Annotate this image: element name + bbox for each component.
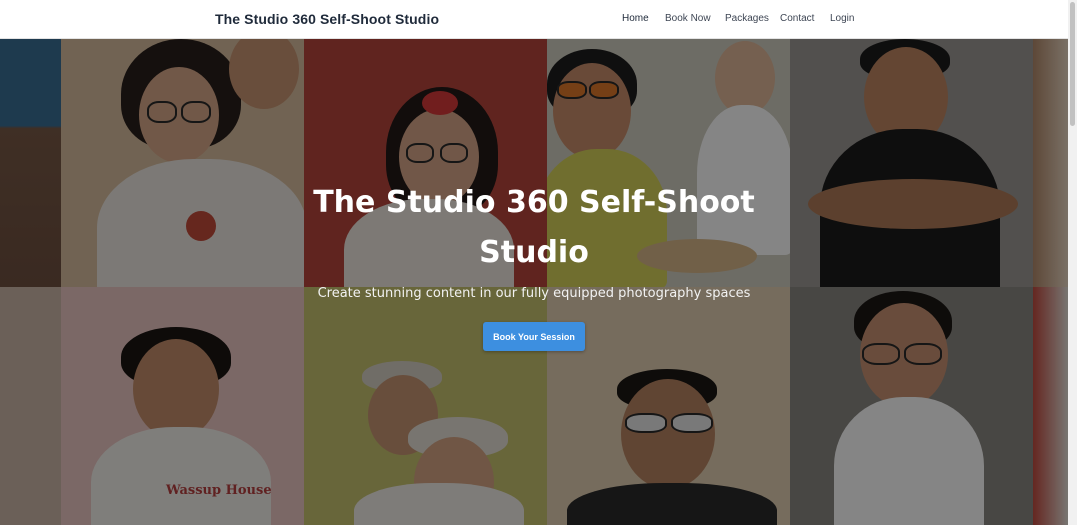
hero-title: The Studio 360 Self-Shoot Studio — [313, 185, 755, 270]
hero-subtitle: Create stunning content in our fully equ… — [317, 286, 751, 301]
nav-contact[interactable]: Contact — [780, 13, 814, 24]
nav-book-now[interactable]: Book Now — [665, 13, 711, 24]
page-scrollbar[interactable] — [1068, 0, 1077, 525]
nav-login[interactable]: Login — [830, 13, 854, 24]
nav-home[interactable]: Home — [622, 13, 649, 24]
nav-packages[interactable]: Packages — [725, 13, 769, 24]
book-session-button[interactable]: Book Your Session — [483, 322, 585, 351]
scrollbar-thumb[interactable] — [1070, 2, 1075, 126]
site-header: The Studio 360 Self-Shoot Studio Home Bo… — [0, 0, 1068, 39]
hero-content: The Studio 360 Self-Shoot Studio Create … — [0, 39, 1068, 525]
brand-logo-text[interactable]: The Studio 360 Self-Shoot Studio — [215, 11, 439, 27]
hero-section: Wassup House The Studio 360 Self-Shoot S… — [0, 39, 1068, 525]
